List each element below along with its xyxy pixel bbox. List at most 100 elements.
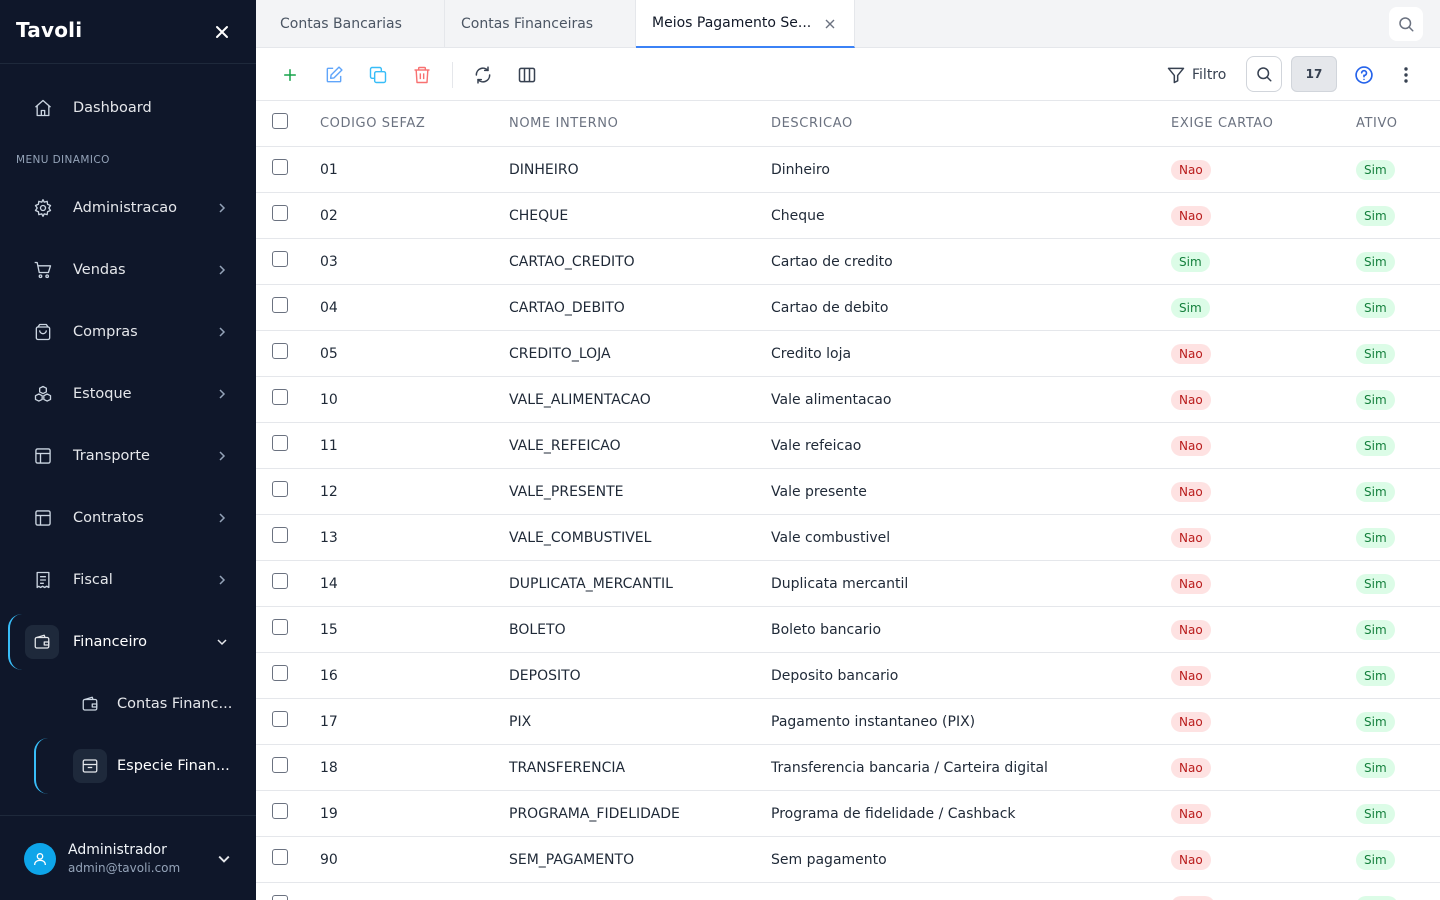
sidebar-item-fiscal[interactable]: Fiscal bbox=[0, 556, 256, 604]
row-checkbox[interactable] bbox=[272, 297, 288, 313]
row-checkbox[interactable] bbox=[272, 343, 288, 359]
tab-bar: Contas Bancarias Contas Financeiras Meio… bbox=[256, 0, 1440, 48]
row-checkbox[interactable] bbox=[272, 205, 288, 221]
toolbar: Filtro 17 bbox=[256, 48, 1440, 101]
cell-codigo: 17 bbox=[320, 714, 338, 730]
add-button[interactable] bbox=[277, 62, 303, 88]
table-row[interactable]: 17 PIX Pagamento instantaneo (PIX) Nao Sim bbox=[256, 699, 1440, 745]
more-vertical-icon[interactable] bbox=[1396, 63, 1416, 87]
sidebar-subitem-contas-financeiras[interactable]: Contas Financ... bbox=[0, 680, 256, 728]
close-tab-icon[interactable] bbox=[823, 17, 837, 31]
row-checkbox[interactable] bbox=[272, 527, 288, 543]
sidebar-item-administracao[interactable]: Administracao bbox=[0, 184, 256, 232]
cell-codigo: 02 bbox=[320, 208, 338, 224]
table-row[interactable]: 19 PROGRAMA_FIDELIDADE Programa de fidelid… bbox=[256, 791, 1440, 837]
row-checkbox[interactable] bbox=[272, 803, 288, 819]
chevron-down-icon[interactable] bbox=[216, 851, 232, 867]
table-row[interactable]: 12 VALE_PRESENTE Vale presente Nao Sim bbox=[256, 469, 1440, 515]
refresh-button[interactable] bbox=[470, 62, 496, 88]
sidebar-item-vendas[interactable]: Vendas bbox=[0, 246, 256, 294]
copy-button[interactable] bbox=[365, 62, 391, 88]
cell-descricao: Programa de fidelidade / Cashback bbox=[771, 806, 1016, 822]
table-row[interactable]: 15 BOLETO Boleto bancario Nao Sim bbox=[256, 607, 1440, 653]
row-checkbox[interactable] bbox=[272, 435, 288, 451]
row-checkbox[interactable] bbox=[272, 481, 288, 497]
ativo-badge: Sim bbox=[1356, 574, 1395, 594]
tab-contas-financeiras[interactable]: Contas Financeiras bbox=[445, 0, 636, 48]
search-button[interactable] bbox=[1246, 56, 1282, 92]
table-row[interactable]: 05 CREDITO_LOJA Credito loja Nao Sim bbox=[256, 331, 1440, 377]
user-email: admin@tavoli.com bbox=[68, 861, 181, 875]
row-checkbox[interactable] bbox=[272, 665, 288, 681]
chevron-down-icon bbox=[214, 634, 230, 650]
column-header-ativo[interactable]: ATIVO bbox=[1356, 116, 1398, 131]
filter-icon bbox=[1166, 65, 1186, 85]
sidebar-item-label: Especie Finan... bbox=[117, 758, 230, 774]
exige-cartao-badge: Nao bbox=[1171, 758, 1211, 778]
row-checkbox[interactable] bbox=[272, 711, 288, 727]
cell-codigo: 01 bbox=[320, 162, 338, 178]
row-checkbox[interactable] bbox=[272, 573, 288, 589]
sidebar-item-financeiro[interactable]: Financeiro bbox=[0, 618, 256, 666]
table-row[interactable] bbox=[256, 883, 1440, 900]
table-row[interactable]: 14 DUPLICATA_MERCANTIL Duplicata mercantil… bbox=[256, 561, 1440, 607]
table-row[interactable]: 13 VALE_COMBUSTIVEL Vale combustivel Nao Sim bbox=[256, 515, 1440, 561]
row-checkbox[interactable] bbox=[272, 389, 288, 405]
cell-descricao: Duplicata mercantil bbox=[771, 576, 909, 592]
cell-codigo: 05 bbox=[320, 346, 338, 362]
cell-codigo: 15 bbox=[320, 622, 338, 638]
sidebar-subitem-especie-financeira[interactable]: Especie Finan... bbox=[0, 742, 256, 790]
column-header-exige-cartao[interactable]: EXIGE CARTAO bbox=[1171, 116, 1273, 131]
columns-button[interactable] bbox=[514, 62, 540, 88]
row-checkbox[interactable] bbox=[272, 895, 288, 900]
table-row[interactable]: 11 VALE_REFEICAO Vale refeicao Nao Sim bbox=[256, 423, 1440, 469]
chevron-right-icon bbox=[214, 386, 230, 402]
ativo-badge: Sim bbox=[1356, 804, 1395, 824]
cell-nome: CARTAO_DEBITO bbox=[509, 300, 625, 316]
row-checkbox[interactable] bbox=[272, 619, 288, 635]
column-header-descricao[interactable]: DESCRICAO bbox=[771, 116, 853, 131]
table-row[interactable]: 02 CHEQUE Cheque Nao Sim bbox=[256, 193, 1440, 239]
help-icon[interactable] bbox=[1352, 63, 1376, 87]
column-header-codigo[interactable]: CODIGO SEFAZ bbox=[320, 116, 425, 131]
sidebar-item-transporte[interactable]: Transporte bbox=[0, 432, 256, 480]
close-icon[interactable] bbox=[210, 20, 234, 44]
table-row[interactable]: 10 VALE_ALIMENTACAO Vale alimentacao Nao Sim bbox=[256, 377, 1440, 423]
row-checkbox[interactable] bbox=[272, 849, 288, 865]
filter-button[interactable]: Filtro bbox=[1166, 62, 1226, 88]
table-row[interactable]: 18 TRANSFERENCIA Transferencia bancaria / … bbox=[256, 745, 1440, 791]
exige-cartao-badge: Nao bbox=[1171, 574, 1211, 594]
edit-button[interactable] bbox=[321, 62, 347, 88]
exige-cartao-badge bbox=[1171, 896, 1215, 900]
exige-cartao-badge: Nao bbox=[1171, 436, 1211, 456]
sidebar-item-label: Financeiro bbox=[73, 634, 148, 650]
table-row[interactable]: 03 CARTAO_CREDITO Cartao de credito Sim Sim bbox=[256, 239, 1440, 285]
search-tabs-button[interactable] bbox=[1389, 7, 1423, 41]
sidebar-item-dashboard[interactable]: Dashboard bbox=[0, 84, 256, 132]
chevron-right-icon bbox=[214, 448, 230, 464]
table-row[interactable]: 90 SEM_PAGAMENTO Sem pagamento Nao Sim bbox=[256, 837, 1440, 883]
user-menu[interactable]: Administrador admin@tavoli.com bbox=[0, 815, 256, 900]
chevron-right-icon bbox=[214, 262, 230, 278]
row-checkbox[interactable] bbox=[272, 159, 288, 175]
exige-cartao-badge: Nao bbox=[1171, 160, 1211, 180]
select-all-checkbox[interactable] bbox=[272, 113, 288, 129]
cell-descricao: Vale presente bbox=[771, 484, 867, 500]
row-checkbox[interactable] bbox=[272, 251, 288, 267]
delete-button[interactable] bbox=[409, 62, 435, 88]
column-header-nome[interactable]: NOME INTERNO bbox=[509, 116, 618, 131]
exige-cartao-badge: Nao bbox=[1171, 666, 1211, 686]
tab-label: Contas Bancarias bbox=[280, 16, 402, 32]
sidebar-item-estoque[interactable]: Estoque bbox=[0, 370, 256, 418]
sidebar-item-compras[interactable]: Compras bbox=[0, 308, 256, 356]
table-row[interactable]: 04 CARTAO_DEBITO Cartao de debito Sim Sim bbox=[256, 285, 1440, 331]
tab-meios-pagamento[interactable]: Meios Pagamento Se... bbox=[636, 0, 855, 48]
cell-nome: CHEQUE bbox=[509, 208, 569, 224]
table-row[interactable]: 01 DINHEIRO Dinheiro Nao Sim bbox=[256, 147, 1440, 193]
table-row[interactable]: 16 DEPOSITO Deposito bancario Nao Sim bbox=[256, 653, 1440, 699]
row-checkbox[interactable] bbox=[272, 757, 288, 773]
sidebar-item-contratos[interactable]: Contratos bbox=[0, 494, 256, 542]
home-icon bbox=[32, 97, 54, 119]
sidebar: Tavoli Dashboard MENU DINAMICO Administr… bbox=[0, 0, 256, 900]
tab-contas-bancarias[interactable]: Contas Bancarias bbox=[256, 0, 445, 48]
